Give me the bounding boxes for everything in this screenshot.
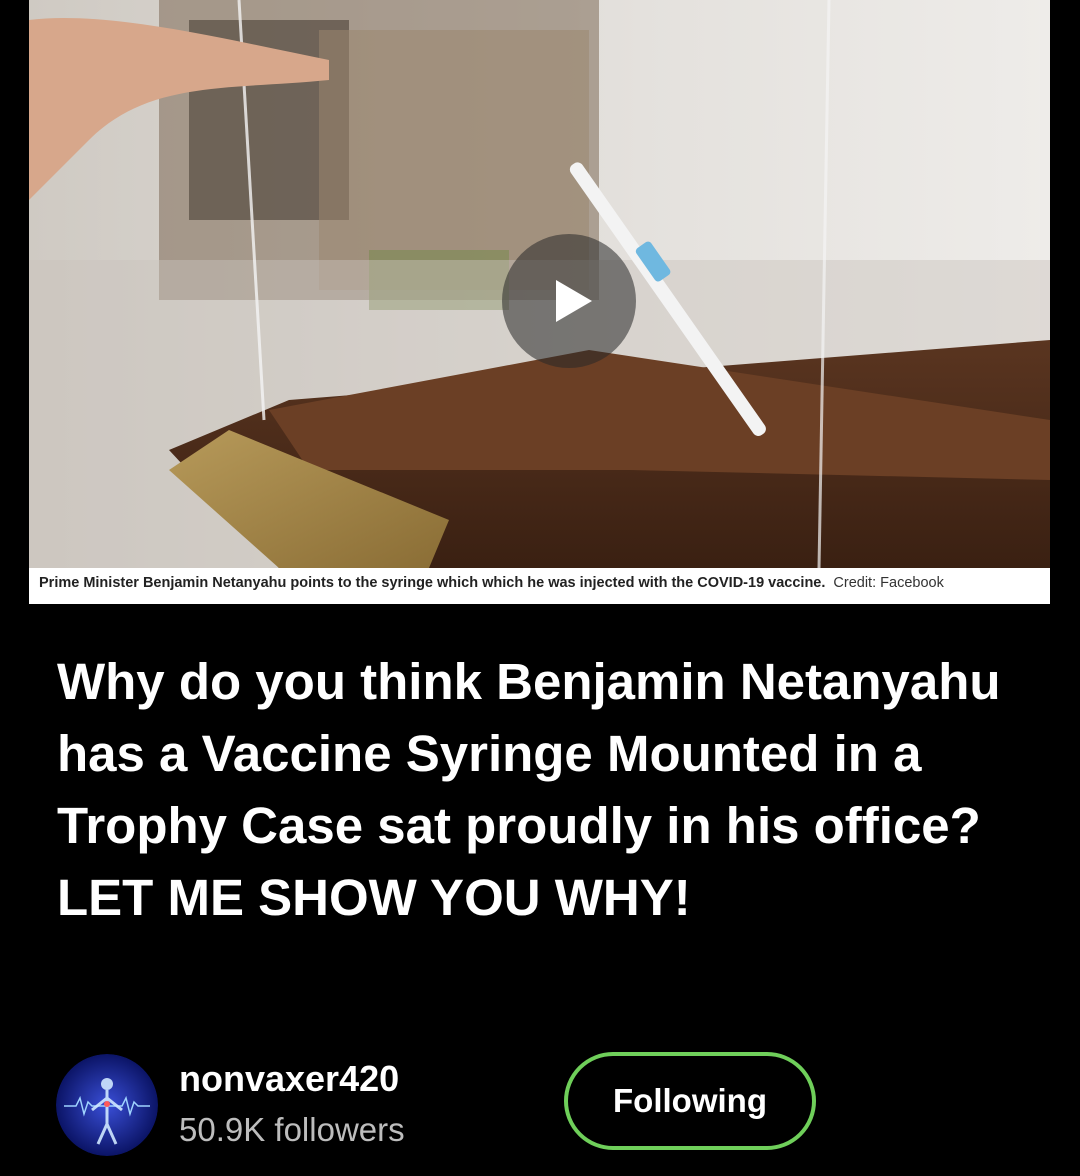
author-username[interactable]: nonvaxer420 bbox=[179, 1057, 399, 1101]
image-caption-bar: Prime Minister Benjamin Netanyahu points… bbox=[29, 568, 1050, 604]
post-title: Why do you think Benjamin Netanyahu has … bbox=[57, 653, 1001, 926]
avatar[interactable] bbox=[56, 1054, 158, 1156]
following-button[interactable]: Following bbox=[564, 1052, 816, 1150]
author-row: nonvaxer420 50.9K followers Following bbox=[56, 1052, 1016, 1162]
caption-credit: Credit: Facebook bbox=[833, 575, 944, 591]
video-thumbnail[interactable]: Prime Minister Benjamin Netanyahu points… bbox=[29, 0, 1050, 604]
play-button[interactable] bbox=[502, 234, 636, 368]
play-icon bbox=[556, 280, 592, 322]
caption-text: Prime Minister Benjamin Netanyahu points… bbox=[39, 575, 826, 591]
image-caption: Prime Minister Benjamin Netanyahu points… bbox=[39, 575, 944, 591]
avatar-image bbox=[56, 1054, 158, 1156]
follower-count: 50.9K followers bbox=[179, 1111, 405, 1148]
